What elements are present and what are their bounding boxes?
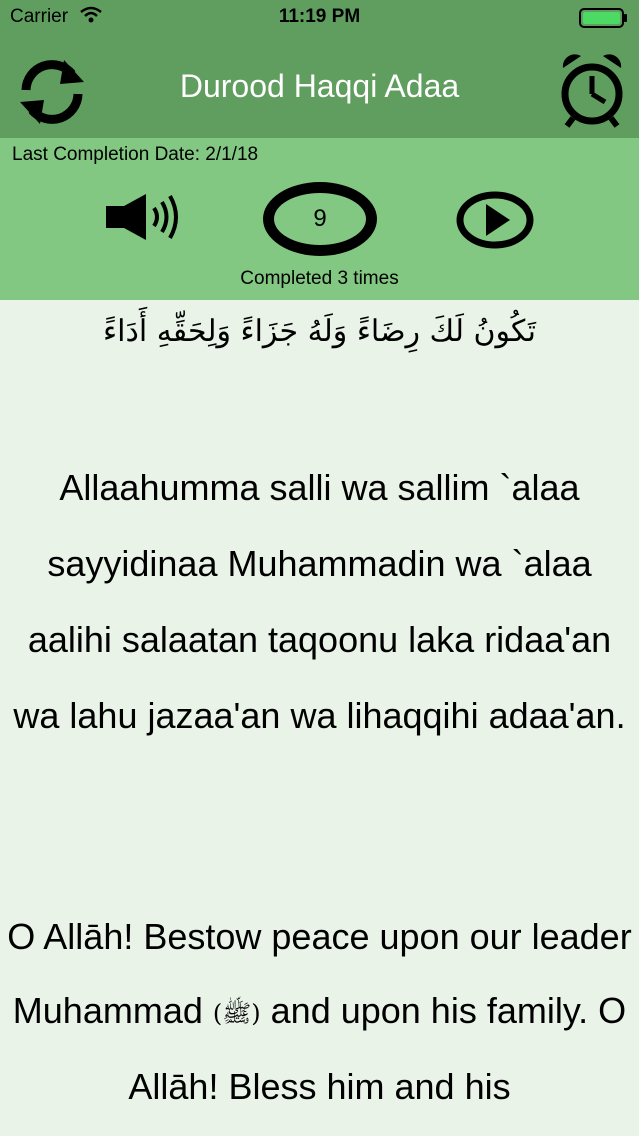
translation-part2: and upon his family. O Allāh! Bless him … (128, 990, 627, 1108)
control-panel: Last Completion Date: 2/1/18 9 Completed… (0, 138, 639, 300)
sound-button[interactable] (104, 192, 182, 242)
play-button[interactable] (455, 191, 535, 249)
transliteration-text: Allaahumma salli wa sallim `alaa sayyidi… (13, 467, 626, 736)
speaker-icon (106, 194, 178, 240)
last-completion-date: Last Completion Date: 2/1/18 (12, 144, 259, 165)
durood-content: تَكُونُ لَكَ رِضَاءً وَلَهُ جَزَاءً وَلِ… (0, 300, 639, 1136)
alarm-button[interactable] (557, 52, 627, 128)
translation-text: O Allāh! Bestow peace upon our leader Mu… (0, 900, 639, 1124)
salawat-symbol: (ﷺ) (212, 999, 261, 1028)
arabic-text: تَكُونُ لَكَ رِضَاءً وَلَهُ جَزَاءً وَلِ… (103, 314, 536, 349)
navigation-bar: Durood Haqqi Adaa (0, 36, 639, 138)
battery-icon (579, 8, 629, 34)
alarm-clock-icon (561, 54, 623, 128)
play-icon (456, 191, 534, 249)
counter-button[interactable]: 9 (263, 182, 377, 256)
status-bar: Carrier 11:19 PM (0, 0, 639, 36)
counter-value: 9 (313, 205, 327, 232)
completed-count: Completed 3 times (240, 268, 399, 289)
page-title: Durood Haqqi Adaa (179, 68, 460, 104)
status-time: 11:19 PM (278, 6, 361, 27)
